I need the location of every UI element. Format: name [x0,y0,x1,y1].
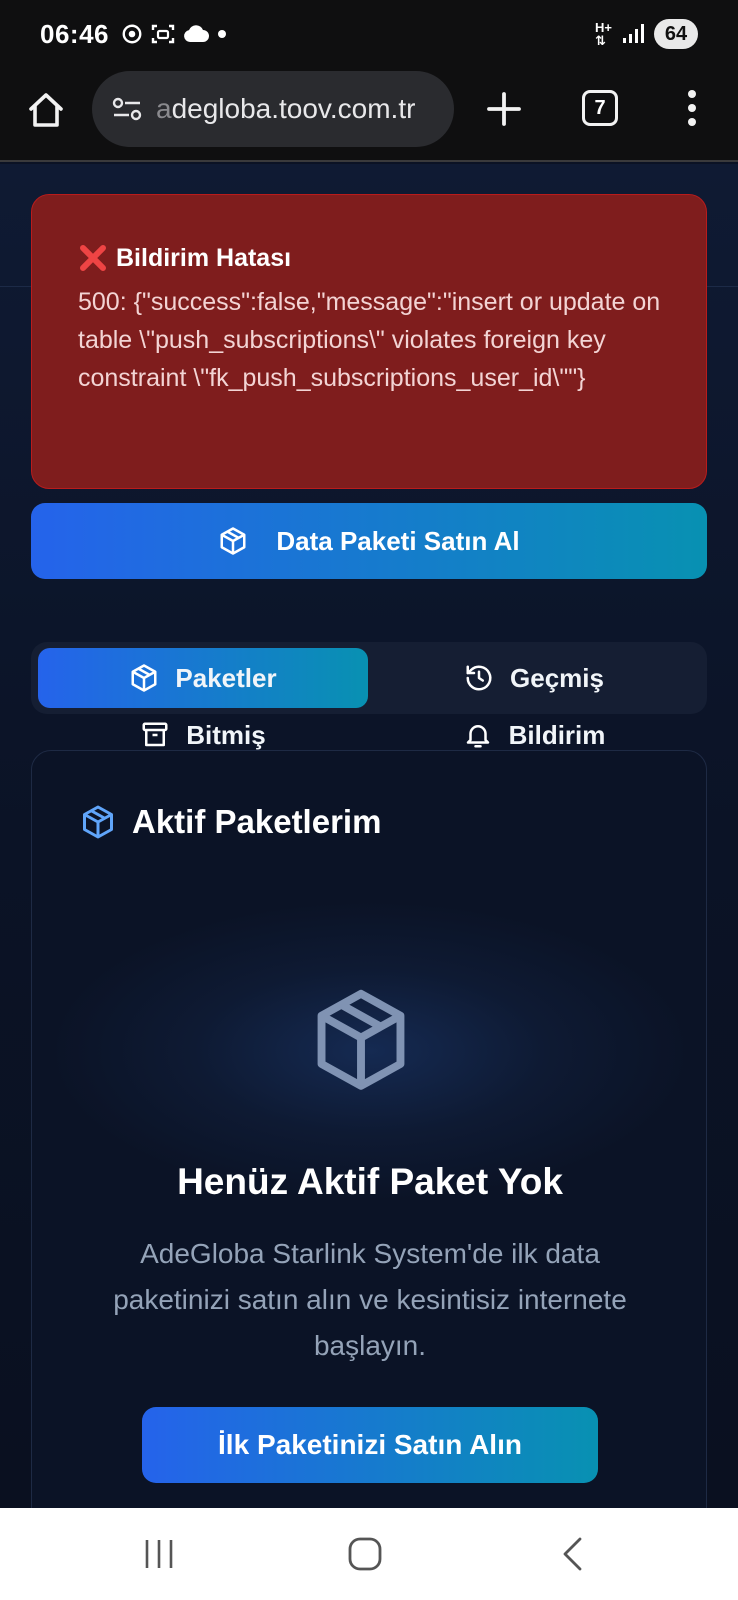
signal-icon [623,24,644,43]
recent-apps-icon[interactable] [142,1536,176,1572]
tab-bar: Paketler Geçmiş [31,642,707,714]
status-time: 06:46 [40,18,109,49]
home-icon[interactable] [26,90,66,130]
address-bar[interactable]: adegloba.toov.com.tr [92,71,454,147]
site-settings-icon[interactable] [112,96,142,122]
url-text[interactable]: adegloba.toov.com.tr [156,93,415,125]
tab-gecmis[interactable]: Geçmiş [369,648,699,708]
web-page: Bildirim Hatası 500: {"success":false,"m… [0,164,738,1508]
buy-first-package-button[interactable]: İlk Paketinizi Satın Alın [142,1407,598,1483]
error-x-icon [80,245,106,271]
chrome-notification-icon [122,24,142,44]
tab-label: Bitmiş [186,719,266,750]
buy-data-package-label: Data Paketi Satın Al [276,525,520,556]
tab-paketler[interactable]: Paketler [38,648,368,708]
package-icon [83,805,113,839]
error-title: Bildirim Hatası [116,243,292,272]
package-icon [131,664,157,692]
package-icon [220,527,246,555]
cloud-icon [184,25,209,42]
system-nav-bar [0,1508,738,1600]
phone-screen: 06:46 H+ ⇅ 64 adegloba.toov.com.tr 7 Bil… [0,0,738,1600]
card-title: Aktif Paketlerim [132,803,382,840]
screenshot-notification-icon [151,24,175,44]
archive-icon [142,722,168,747]
error-toast: Bildirim Hatası 500: {"success":false,"m… [31,194,707,489]
battery-indicator: 64 [654,19,698,49]
more-menu-icon[interactable] [676,86,708,130]
home-nav-icon[interactable] [347,1536,383,1572]
status-bar: 06:46 H+ ⇅ 64 [0,0,738,68]
history-icon [466,665,492,691]
empty-package-icon [317,989,405,1090]
buy-first-package-label: İlk Paketinizi Satın Alın [218,1429,522,1460]
tab-label: Bildirim [508,719,606,750]
empty-state-title: Henüz Aktif Paket Yok [177,1161,563,1202]
active-packages-card: Aktif Paketlerim Henüz Aktif Paket Yok A… [31,750,707,1508]
tab-label: Geçmiş [510,662,604,693]
tab-switcher-button[interactable]: 7 [582,90,618,126]
bell-icon [466,725,489,748]
back-icon[interactable] [560,1536,586,1572]
network-type-icon: H+ ⇅ [595,20,612,48]
dot-icon [218,30,226,38]
error-message: 500: {"success":false,"message":"insert … [78,288,661,392]
buy-data-package-button[interactable]: Data Paketi Satın Al [31,503,707,579]
new-tab-icon[interactable] [484,89,524,129]
tab-label: Paketler [175,662,277,693]
tab-count: 7 [594,96,606,119]
browser-toolbar: adegloba.toov.com.tr 7 [0,68,738,162]
empty-state-description: AdeGloba Starlink System'de ilk data pak… [113,1238,627,1361]
